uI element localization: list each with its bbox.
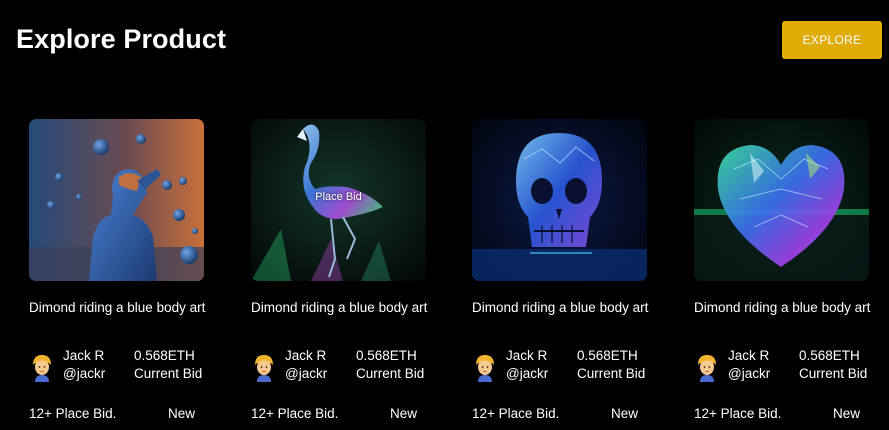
owner-name: Jack R [285, 348, 327, 363]
owner-name: Jack R [506, 348, 548, 363]
product-image-blue-figure[interactable] [29, 119, 204, 281]
page-title: Explore Product [16, 24, 227, 54]
place-bid-overlay[interactable]: Place Bid [251, 191, 426, 203]
product-title: Dimond riding a blue body art [694, 300, 871, 315]
product-image-crystal-skull[interactable] [472, 119, 647, 281]
bid-label: Current Bid [577, 366, 646, 381]
product-image-crystal-heart[interactable] [694, 119, 869, 281]
product-title: Dimond riding a blue body art [251, 300, 428, 315]
product-card[interactable]: Place Bid Dimond riding a blue body art … [251, 119, 429, 430]
product-title: Dimond riding a blue body art [29, 300, 206, 315]
bid-price: 0.568ETH [799, 348, 860, 363]
avatar [474, 354, 496, 382]
status-badge: New [168, 406, 196, 421]
bids-count: 12+ Place Bid. [251, 406, 339, 421]
owner-name: Jack R [728, 348, 770, 363]
status-badge: New [833, 406, 861, 421]
owner-info: Jack R @jackr [506, 347, 548, 383]
owner-handle: @jackr [728, 366, 771, 381]
owner-info: Jack R @jackr [728, 347, 770, 383]
avatar [696, 354, 718, 382]
header: Explore Product EXPLORE [0, 0, 889, 80]
owner-handle: @jackr [63, 366, 106, 381]
bid-price: 0.568ETH [134, 348, 195, 363]
owner-info: Jack R @jackr [63, 347, 105, 383]
explore-button[interactable]: EXPLORE [782, 21, 882, 59]
bid-label: Current Bid [799, 366, 868, 381]
bids-count: 12+ Place Bid. [29, 406, 117, 421]
bid-label: Current Bid [356, 366, 425, 381]
bid-price: 0.568ETH [356, 348, 417, 363]
product-image-crystal-flamingo[interactable]: Place Bid [251, 119, 426, 281]
owner-name: Jack R [63, 348, 105, 363]
bids-count: 12+ Place Bid. [694, 406, 782, 421]
product-title: Dimond riding a blue body art [472, 300, 649, 315]
avatar [253, 354, 275, 382]
status-badge: New [611, 406, 639, 421]
bid-info: 0.568ETH Current Bid [356, 347, 424, 383]
bid-info: 0.568ETH Current Bid [799, 347, 867, 383]
owner-info: Jack R @jackr [285, 347, 327, 383]
bid-label: Current Bid [134, 366, 203, 381]
owner-handle: @jackr [506, 366, 549, 381]
bid-info: 0.568ETH Current Bid [577, 347, 645, 383]
product-card[interactable]: Dimond riding a blue body art Jack R @ja… [472, 119, 650, 430]
bids-count: 12+ Place Bid. [472, 406, 560, 421]
avatar [31, 354, 53, 382]
product-card[interactable]: Dimond riding a blue body art Jack R @ja… [694, 119, 872, 430]
bid-price: 0.568ETH [577, 348, 638, 363]
status-badge: New [390, 406, 418, 421]
product-card[interactable]: Dimond riding a blue body art Jack R @ja… [29, 119, 207, 430]
owner-handle: @jackr [285, 366, 328, 381]
bid-info: 0.568ETH Current Bid [134, 347, 202, 383]
